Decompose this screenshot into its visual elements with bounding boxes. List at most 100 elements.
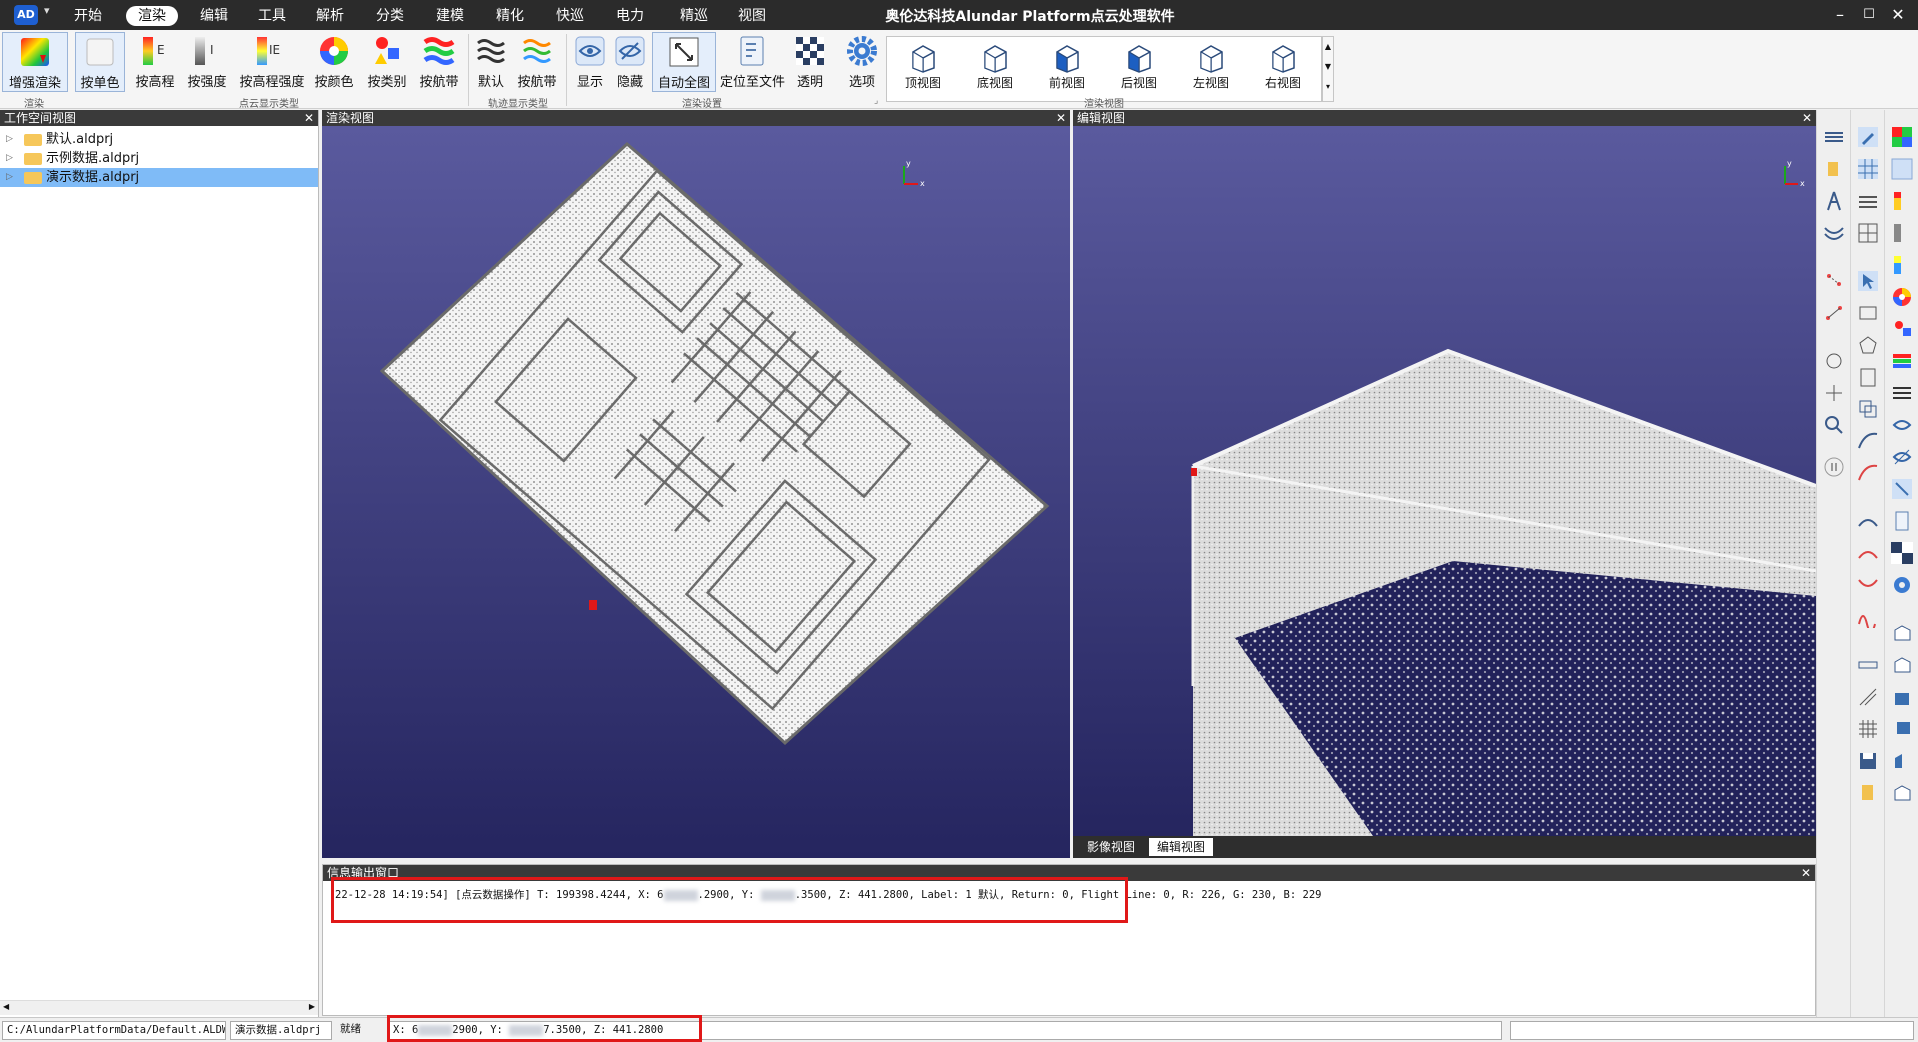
single-color-button[interactable]: 按单色 [75, 32, 125, 92]
menu-5[interactable]: 分类 [364, 6, 416, 26]
curve-c-icon[interactable] [1857, 510, 1879, 532]
shapes-small-icon[interactable] [1891, 318, 1913, 340]
bottom-view-small-icon[interactable] [1891, 654, 1913, 676]
edit-viewport[interactable]: y x [1073, 126, 1816, 836]
render-view-close-icon[interactable]: ✕ [1056, 110, 1066, 126]
line-select-icon[interactable] [1823, 302, 1845, 324]
curve-d-icon[interactable] [1857, 542, 1879, 564]
right-view-small-icon[interactable] [1891, 782, 1913, 804]
intensity-small-icon[interactable] [1891, 222, 1913, 244]
minimize-button[interactable]: – [1828, 4, 1852, 26]
measure-icon[interactable] [1823, 350, 1845, 372]
render-viewport[interactable]: y x [322, 126, 1070, 858]
slice-icon[interactable] [1857, 686, 1879, 708]
view-button-0[interactable]: 顶视图 [887, 37, 959, 101]
trajectory-default-button[interactable]: 默认 [472, 32, 510, 92]
maximize-button[interactable]: ☐ [1857, 4, 1881, 26]
menu-7[interactable]: 精化 [484, 6, 536, 26]
ruler-icon[interactable] [1857, 654, 1879, 676]
menu-3[interactable]: 工具 [246, 6, 298, 26]
enhanced-render-button[interactable]: 增强渲染 [2, 32, 68, 92]
elevation-small-icon[interactable] [1891, 190, 1913, 212]
pointer-icon[interactable] [1857, 270, 1879, 292]
menu-4[interactable]: 解析 [304, 6, 356, 26]
pause-icon[interactable] [1823, 456, 1845, 478]
rect-select-icon[interactable] [1857, 302, 1879, 324]
top-view-small-icon[interactable] [1891, 622, 1913, 644]
edit-view-close-icon[interactable]: ✕ [1802, 110, 1812, 126]
rgb-color-button[interactable]: 按颜色 [309, 32, 359, 92]
copy-icon[interactable] [1857, 398, 1879, 420]
menu-2[interactable]: 编辑 [188, 6, 240, 26]
layer-stack-icon[interactable] [1857, 190, 1879, 212]
left-view-small-icon[interactable] [1891, 750, 1913, 772]
grid-select-icon[interactable] [1857, 158, 1879, 180]
enhanced-render-small-icon[interactable] [1891, 126, 1913, 148]
curve-e-icon[interactable] [1857, 574, 1879, 596]
menu-0[interactable]: 开始 [62, 6, 114, 26]
view-button-2[interactable]: 前视图 [1031, 37, 1103, 101]
expand-icon[interactable]: ▷ [6, 149, 13, 168]
close-button[interactable]: ✕ [1886, 4, 1910, 26]
menu-11[interactable]: 视图 [726, 6, 778, 26]
bookmark-icon[interactable] [1857, 782, 1879, 804]
menu-10[interactable]: 精巡 [668, 6, 720, 26]
curve-a-icon[interactable] [1857, 430, 1879, 452]
menu-1[interactable]: 渲染 [126, 6, 178, 26]
flight-strip-color-button[interactable]: 按航带 [414, 32, 464, 92]
workspace-hscrollbar[interactable]: ◀ ▶ [0, 1000, 318, 1015]
elevation-intensity-small-icon[interactable] [1891, 254, 1913, 276]
view-tab-1[interactable]: 编辑视图 [1149, 838, 1214, 856]
view-button-5[interactable]: 右视图 [1247, 37, 1319, 101]
gear-small-icon[interactable] [1891, 574, 1913, 596]
wire-icon[interactable] [1823, 222, 1845, 244]
ribbon-group-launcher-icon[interactable]: ⌟ [874, 96, 878, 106]
checkerboard-small-icon[interactable] [1891, 542, 1913, 564]
point-select-icon[interactable] [1823, 270, 1845, 292]
elevation-intensity-button[interactable]: IE 按高程强度 [237, 32, 307, 92]
view-button-3[interactable]: 后视图 [1103, 37, 1175, 101]
back-view-small-icon[interactable] [1891, 718, 1913, 740]
locate-file-button[interactable]: 定位至文件 [720, 32, 785, 92]
show-button[interactable]: 显示 [572, 32, 608, 92]
hide-button[interactable]: 隐藏 [612, 32, 648, 92]
intensity-color-button[interactable]: I 按强度 [182, 32, 232, 92]
curve-f-icon[interactable] [1857, 606, 1879, 628]
show-small-icon[interactable] [1891, 414, 1913, 436]
menu-9[interactable]: 电力 [604, 6, 656, 26]
trajectory-strip-button[interactable]: 按航带 [512, 32, 562, 92]
view-button-4[interactable]: 左视图 [1175, 37, 1247, 101]
menu-8[interactable]: 快巡 [544, 6, 596, 26]
curve-b-icon[interactable] [1857, 462, 1879, 484]
tiles-icon[interactable] [1857, 222, 1879, 244]
tree-item[interactable]: ▷ 演示数据.aldprj [0, 168, 318, 187]
polygon-select-icon[interactable] [1857, 334, 1879, 356]
menu-6[interactable]: 建模 [424, 6, 476, 26]
tree-item[interactable]: ▷ 示例数据.aldprj [0, 149, 318, 168]
locate-icon[interactable] [1823, 382, 1845, 404]
strips-small-icon[interactable] [1891, 350, 1913, 372]
search-icon[interactable] [1823, 414, 1845, 436]
pin-icon[interactable] [1823, 158, 1845, 180]
transparency-button[interactable]: 透明 [790, 32, 830, 92]
zoom-extent-small-icon[interactable] [1891, 478, 1913, 500]
layers-icon[interactable] [1823, 126, 1845, 148]
clipboard-icon[interactable] [1857, 366, 1879, 388]
single-color-small-icon[interactable] [1891, 158, 1913, 180]
elevation-color-button[interactable]: E 按高程 [130, 32, 180, 92]
locate-file-small-icon[interactable] [1891, 510, 1913, 532]
mesh-icon[interactable] [1857, 718, 1879, 740]
pencil-icon[interactable] [1857, 126, 1879, 148]
tree-item[interactable]: ▷ 默认.aldprj [0, 130, 318, 149]
gallery-scroll[interactable]: ▲ ▼ ▾ [1322, 36, 1334, 102]
color-wheel-small-icon[interactable] [1891, 286, 1913, 308]
zoom-extent-button[interactable]: 自动全图 [652, 32, 716, 92]
workspace-close-icon[interactable]: ✕ [304, 110, 314, 126]
options-button[interactable]: 选项 [842, 32, 882, 92]
quick-access-dropdown-icon[interactable]: ▾ [44, 4, 50, 17]
trajectory-small-icon[interactable] [1891, 382, 1913, 404]
tower-icon[interactable] [1823, 190, 1845, 212]
expand-icon[interactable]: ▷ [6, 168, 13, 187]
app-logo-icon[interactable]: AD [14, 5, 38, 25]
classification-color-button[interactable]: 按类别 [362, 32, 412, 92]
